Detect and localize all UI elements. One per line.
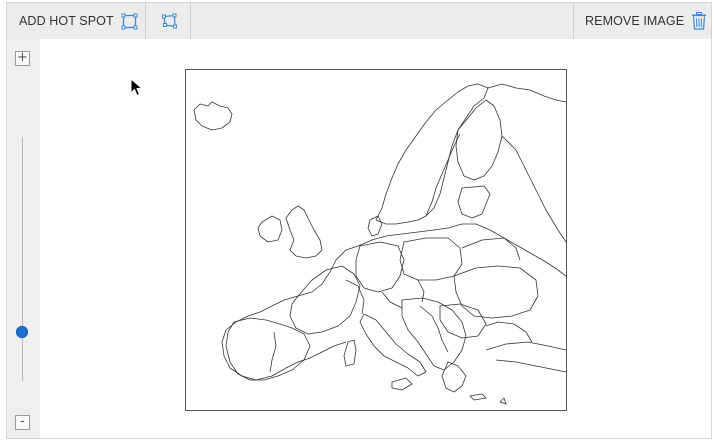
zoom-slider-thumb[interactable] <box>16 326 28 339</box>
add-hotspot-label: ADD HOT SPOT <box>19 14 114 28</box>
remove-image-button[interactable]: REMOVE IMAGE <box>585 3 707 39</box>
zoom-slider-track[interactable] <box>22 137 23 381</box>
toolbar: ADD HOT SPOT REMOVE IMAGE <box>7 3 711 40</box>
mouse-pointer-icon <box>130 78 144 97</box>
hotspot-editor: ADD HOT SPOT REMOVE IMAGE + - <box>6 2 712 439</box>
toolbar-separator <box>145 3 146 39</box>
toolbar-separator <box>573 3 574 39</box>
europe-map-image[interactable] <box>185 69 567 411</box>
trash-icon <box>691 12 707 30</box>
polygon-hotspot-icon <box>161 13 178 30</box>
zoom-panel: + - <box>7 39 40 438</box>
zoom-in-button[interactable]: + <box>15 51 30 66</box>
toolbar-separator <box>190 3 191 39</box>
zoom-out-button[interactable]: - <box>15 415 30 430</box>
remove-image-label: REMOVE IMAGE <box>585 14 685 28</box>
add-polygon-hotspot-button[interactable] <box>161 3 178 39</box>
add-hotspot-button[interactable]: ADD HOT SPOT <box>19 3 138 39</box>
rectangle-hotspot-icon <box>121 13 138 30</box>
image-canvas[interactable] <box>40 39 711 438</box>
